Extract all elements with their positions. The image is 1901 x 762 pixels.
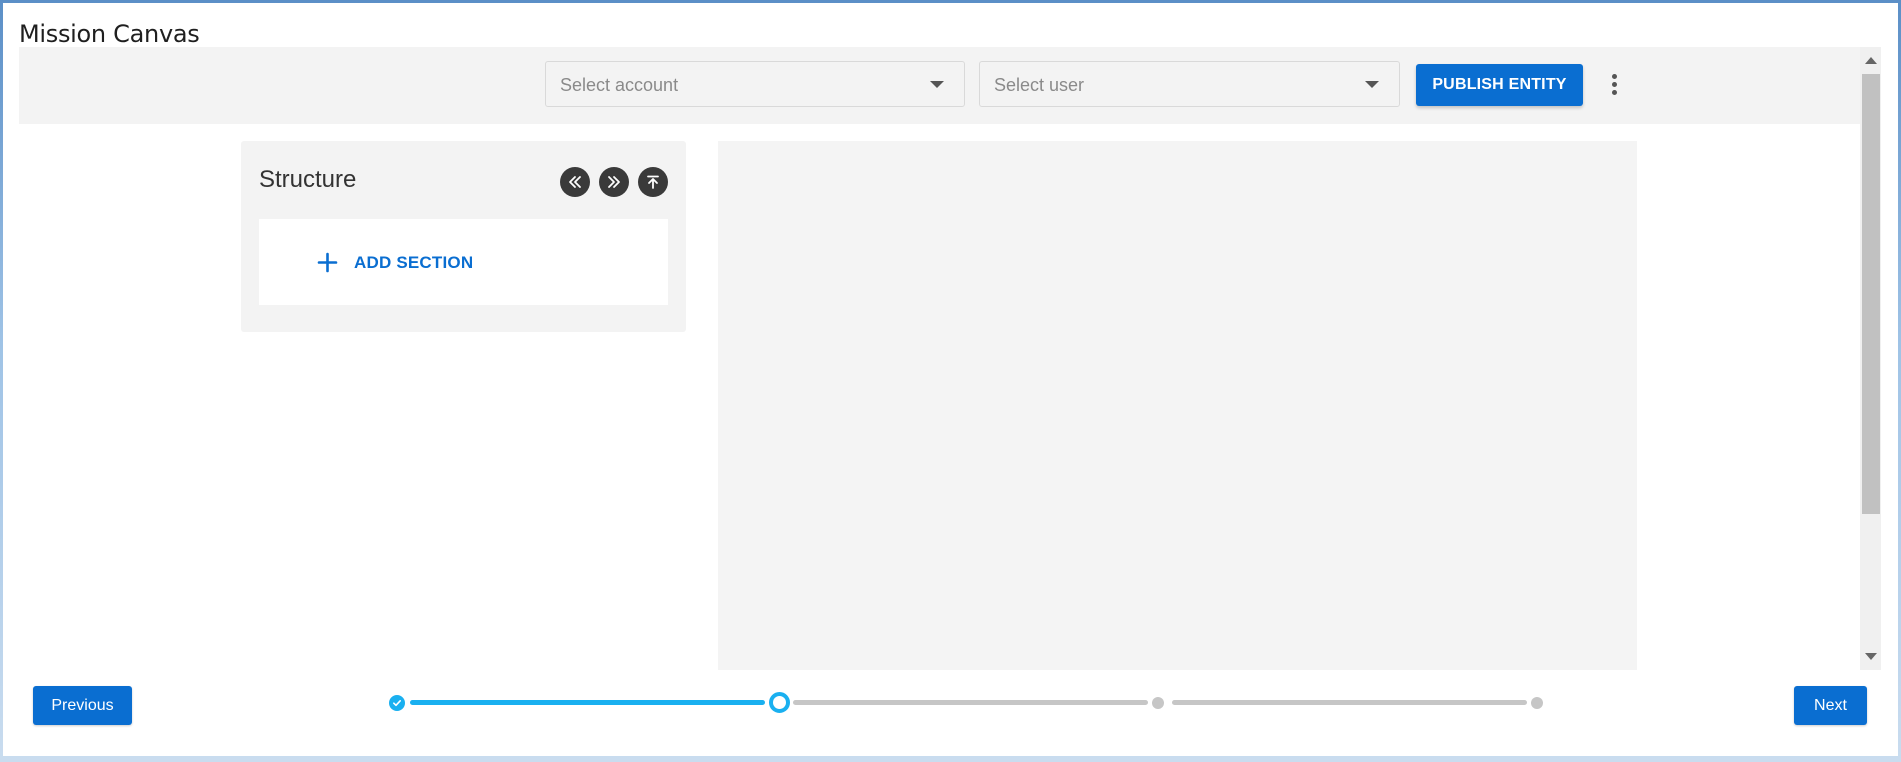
next-button[interactable]: Next xyxy=(1794,686,1867,725)
scroll-down-icon[interactable] xyxy=(1865,653,1877,660)
step-connector-pending xyxy=(1172,700,1527,705)
step-connector-complete xyxy=(410,700,765,705)
scroll-thumb[interactable] xyxy=(1862,74,1880,514)
app-window: Mission Canvas Select account Select use… xyxy=(3,3,1898,756)
add-section-label: ADD SECTION xyxy=(354,253,474,272)
step-2-current[interactable] xyxy=(769,692,790,713)
canvas-area xyxy=(718,141,1637,670)
add-section-button[interactable]: ADD SECTION xyxy=(259,219,668,305)
step-connector-pending xyxy=(793,700,1148,705)
account-select-placeholder: Select account xyxy=(560,75,679,95)
scroll-up-icon[interactable] xyxy=(1865,57,1877,64)
user-select[interactable]: Select user xyxy=(979,61,1400,107)
structure-panel: Structure ADD SECTION xyxy=(241,141,686,332)
plus-icon xyxy=(317,252,338,273)
more-vertical-icon[interactable] xyxy=(1606,71,1622,101)
step-4-pending[interactable] xyxy=(1531,697,1543,709)
toolbar: Select account Select user PUBLISH ENTIT… xyxy=(19,47,1860,124)
user-select-placeholder: Select user xyxy=(994,75,1085,95)
publish-entity-button[interactable]: PUBLISH ENTITY xyxy=(1416,64,1583,106)
collapse-all-icon[interactable] xyxy=(560,167,590,197)
previous-button[interactable]: Previous xyxy=(33,686,132,725)
caret-down-icon xyxy=(930,81,944,88)
scroll-to-top-icon[interactable] xyxy=(638,167,668,197)
caret-down-icon xyxy=(1365,81,1379,88)
progress-stepper xyxy=(383,686,1543,716)
vertical-scrollbar[interactable] xyxy=(1860,47,1881,670)
structure-actions xyxy=(560,167,668,197)
structure-title: Structure xyxy=(259,166,357,193)
app-title: Mission Canvas xyxy=(19,20,200,48)
account-select[interactable]: Select account xyxy=(545,61,965,107)
step-3-pending[interactable] xyxy=(1152,697,1164,709)
expand-all-icon[interactable] xyxy=(599,167,629,197)
scroll-viewport: Select account Select user PUBLISH ENTIT… xyxy=(19,47,1881,670)
step-1-complete-check-icon[interactable] xyxy=(389,695,405,711)
